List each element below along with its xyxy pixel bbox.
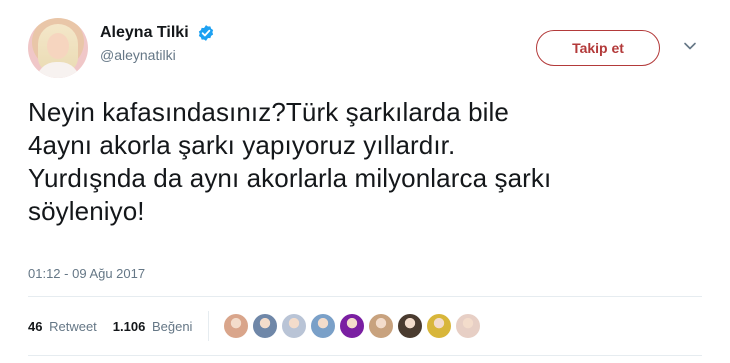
user-handle[interactable]: @aleynatilki (100, 47, 215, 63)
stats-separator (208, 311, 210, 341)
retweet-count[interactable]: 46 Retweet (28, 319, 97, 334)
tweet-text: Neyin kafasındasınız?Türk şarkılarda bil… (28, 97, 552, 226)
liker-avatar[interactable] (310, 313, 337, 339)
divider (28, 355, 702, 356)
tweet-timestamp[interactable]: 01:12 - 09 Ağu 2017 (28, 266, 145, 281)
liker-avatar[interactable] (281, 313, 308, 339)
liker-avatar[interactable] (368, 313, 395, 339)
tweet-stats: 46 Retweet 1.106 Beğeni (28, 311, 484, 341)
retweet-number: 46 (28, 318, 43, 334)
liker-avatar[interactable] (455, 313, 482, 339)
like-number: 1.106 (112, 318, 146, 334)
user-name-block[interactable]: Aleyna Tilki @aleynatilki (100, 24, 215, 63)
display-name[interactable]: Aleyna Tilki (100, 24, 189, 42)
tweet-header: Aleyna Tilki @aleynatilki Takip et (28, 18, 708, 80)
follow-button[interactable]: Takip et (536, 30, 660, 66)
verified-badge-icon (198, 25, 214, 41)
liker-avatar[interactable] (223, 313, 250, 339)
like-count[interactable]: 1.106 Beğeni (113, 319, 193, 334)
liker-avatar[interactable] (339, 313, 366, 339)
avatar-face (47, 33, 69, 59)
liker-avatar[interactable] (252, 313, 279, 339)
divider (28, 296, 702, 297)
chevron-down-icon[interactable] (682, 38, 698, 54)
liker-avatar[interactable] (426, 313, 453, 339)
liker-avatars (223, 313, 484, 339)
liker-avatar[interactable] (397, 313, 424, 339)
like-label: Beğeni (151, 318, 193, 334)
user-avatar[interactable] (28, 18, 88, 78)
retweet-label: Retweet (49, 318, 97, 334)
